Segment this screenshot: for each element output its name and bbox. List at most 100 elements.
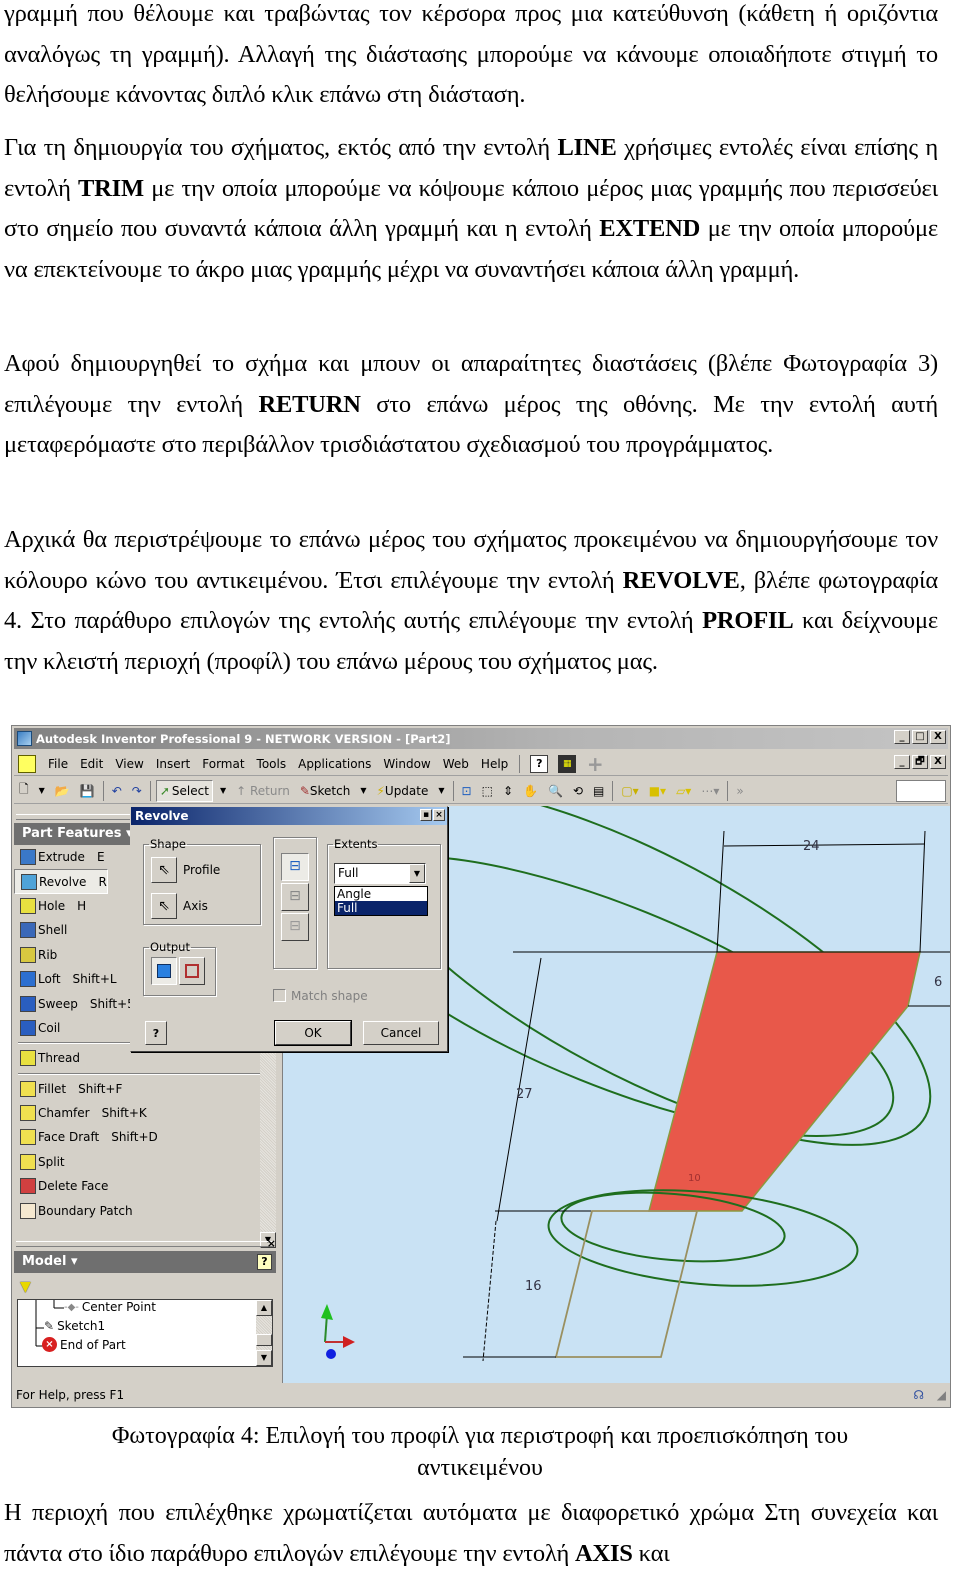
- maximize-button[interactable]: □: [912, 730, 928, 744]
- chevron-down-icon[interactable]: ▼: [409, 864, 425, 883]
- axis-pick-button[interactable]: ⇖: [151, 893, 177, 919]
- menu-view[interactable]: View: [109, 757, 149, 771]
- direction-symmetric-button[interactable]: ⊟: [281, 913, 309, 941]
- profile-pick-button[interactable]: ⇖: [151, 857, 177, 883]
- menu-window[interactable]: Window: [377, 757, 436, 771]
- select-dropdown-icon[interactable]: ▼: [217, 780, 229, 802]
- menu-web[interactable]: Web: [437, 757, 475, 771]
- model-close-icon[interactable]: ×: [267, 1237, 276, 1250]
- tree-scrollbar[interactable]: ▲ ▼: [256, 1300, 272, 1366]
- undo-icon[interactable]: ↶: [109, 780, 125, 802]
- tree-item-center-point[interactable]: -◆- Center Point: [64, 1300, 156, 1314]
- extents-option-full[interactable]: Full: [335, 901, 427, 915]
- feature-label: Hole: [38, 898, 66, 913]
- menu-tools[interactable]: Tools: [251, 757, 293, 771]
- rotate-icon[interactable]: ⟲: [570, 780, 586, 802]
- save-icon[interactable]: 💾: [77, 780, 98, 802]
- menu-applications[interactable]: Applications: [292, 757, 377, 771]
- zoom-selected-icon[interactable]: 🔍: [545, 780, 566, 802]
- select-button[interactable]: ➚ Select: [155, 779, 213, 802]
- paragraph-revolve: Αρχικά θα περιστρέψουμε το επάνω μέρος τ…: [4, 520, 938, 682]
- feature-chamfer[interactable]: Chamfer Shift+K: [14, 1101, 276, 1125]
- ok-button[interactable]: OK: [275, 1021, 351, 1045]
- command-keyword: PROFIL: [702, 607, 794, 634]
- feature-revolve[interactable]: Revolve R: [14, 869, 108, 894]
- new-icon[interactable]: 🗋: [16, 780, 32, 802]
- update-label: Update: [384, 783, 429, 798]
- zoom-icon[interactable]: ⇕: [500, 780, 516, 802]
- feature-boundary-patch[interactable]: Boundary Patch: [14, 1198, 276, 1222]
- hierarchy-icon[interactable]: ⋯▾: [698, 780, 722, 802]
- direction-1-button[interactable]: ⊟: [281, 853, 309, 881]
- display-mode-icon[interactable]: ▢▾: [618, 780, 641, 802]
- menu-insert[interactable]: Insert: [150, 757, 196, 771]
- match-shape-checkbox[interactable]: [273, 989, 286, 1002]
- direction-2-button[interactable]: ⊟: [281, 883, 309, 911]
- extents-group: Extents Full ▼ Angle Full: [327, 837, 441, 969]
- new-dropdown-icon[interactable]: ▼: [36, 780, 48, 802]
- return-button[interactable]: ↑ Return: [233, 780, 293, 802]
- filter-icon[interactable]: ▼: [20, 1279, 31, 1295]
- feature-fillet[interactable]: Fillet Shift+F: [14, 1077, 276, 1101]
- dialog-close-icon[interactable]: ×: [433, 809, 445, 821]
- feature-face-draft[interactable]: Face Draft Shift+D: [14, 1125, 276, 1149]
- feature-split[interactable]: Split: [14, 1150, 276, 1174]
- figure-caption: Φωτογραφία 4: Επιλογή του προφίλ για περ…: [0, 1420, 960, 1484]
- dimension-height[interactable]: 27: [516, 1087, 533, 1102]
- minimize-button[interactable]: _: [894, 730, 910, 744]
- model-header[interactable]: Model ▾ ?: [14, 1251, 276, 1273]
- menu-file[interactable]: File: [42, 757, 74, 771]
- resize-grip-icon[interactable]: ◢: [937, 1385, 946, 1405]
- output-surface-button[interactable]: [179, 957, 205, 985]
- dimension-top-width[interactable]: 24: [803, 839, 820, 854]
- model-help-icon[interactable]: ?: [257, 1254, 272, 1270]
- tree-item-end-of-part[interactable]: × End of Part: [42, 1337, 126, 1352]
- ground-plane-icon[interactable]: ▱▾: [673, 780, 694, 802]
- zoom-all-icon[interactable]: ⊡: [459, 780, 475, 802]
- redo-icon[interactable]: ↷: [129, 780, 145, 802]
- doc-minimize-button[interactable]: _: [894, 755, 910, 769]
- dimension-inner[interactable]: 10: [688, 1173, 701, 1184]
- scroll-thumb[interactable]: [256, 1334, 272, 1346]
- help-icon[interactable]: ?: [530, 754, 549, 773]
- scroll-up-icon[interactable]: ▲: [256, 1300, 272, 1316]
- forward-icon[interactable]: »: [733, 780, 746, 802]
- update-button[interactable]: ⚡ Update: [373, 780, 431, 802]
- sketch-button[interactable]: ✎ Sketch: [297, 780, 354, 802]
- rib-icon: [20, 946, 36, 963]
- doc-restore-button[interactable]: 🗗: [912, 755, 928, 769]
- doc-close-button[interactable]: X: [930, 755, 946, 769]
- whats-this-icon[interactable]: ▦: [558, 754, 577, 773]
- command-input[interactable]: [896, 780, 946, 802]
- dialog-help-button[interactable]: ?: [145, 1021, 167, 1045]
- feature-delete-face[interactable]: Delete Face: [14, 1174, 276, 1198]
- output-solid-button[interactable]: [151, 957, 177, 985]
- cancel-button[interactable]: Cancel: [363, 1021, 439, 1045]
- menu-format[interactable]: Format: [196, 757, 250, 771]
- dialog-pin-icon[interactable]: ▪: [420, 809, 432, 821]
- open-icon[interactable]: 📂: [52, 780, 73, 802]
- axis-triad-icon: [321, 1304, 355, 1359]
- menu-bar: File Edit View Insert Format Tools Appli…: [14, 752, 948, 776]
- look-at-icon[interactable]: ▤: [590, 780, 607, 802]
- update-dropdown-icon[interactable]: ▼: [435, 780, 447, 802]
- extents-option-angle[interactable]: Angle: [335, 887, 427, 901]
- extents-select[interactable]: Full ▼: [334, 863, 426, 884]
- shaded-display-icon[interactable]: ■▾: [646, 780, 669, 802]
- feature-label: Face Draft: [38, 1130, 100, 1145]
- menu-edit[interactable]: Edit: [74, 757, 109, 771]
- close-button[interactable]: X: [930, 730, 946, 744]
- scroll-down-icon[interactable]: ▼: [256, 1350, 272, 1366]
- zoom-window-icon[interactable]: ⬚: [479, 780, 496, 802]
- dimension-lower[interactable]: 16: [525, 1279, 542, 1294]
- pan-icon[interactable]: ✋: [520, 780, 541, 802]
- shape-legend: Shape: [150, 837, 187, 851]
- sketch-dropdown-icon[interactable]: ▼: [357, 780, 369, 802]
- add-icon[interactable]: +: [586, 752, 604, 776]
- menu-help[interactable]: Help: [475, 757, 514, 771]
- dimension-chamfer[interactable]: 6: [934, 975, 942, 990]
- tree-item-sketch1[interactable]: ✎ Sketch1: [44, 1319, 105, 1333]
- model-grip[interactable]: [16, 1241, 274, 1247]
- match-shape-label: Match shape: [291, 989, 368, 1003]
- dialog-title-bar[interactable]: Revolve ▪ ×: [131, 807, 447, 825]
